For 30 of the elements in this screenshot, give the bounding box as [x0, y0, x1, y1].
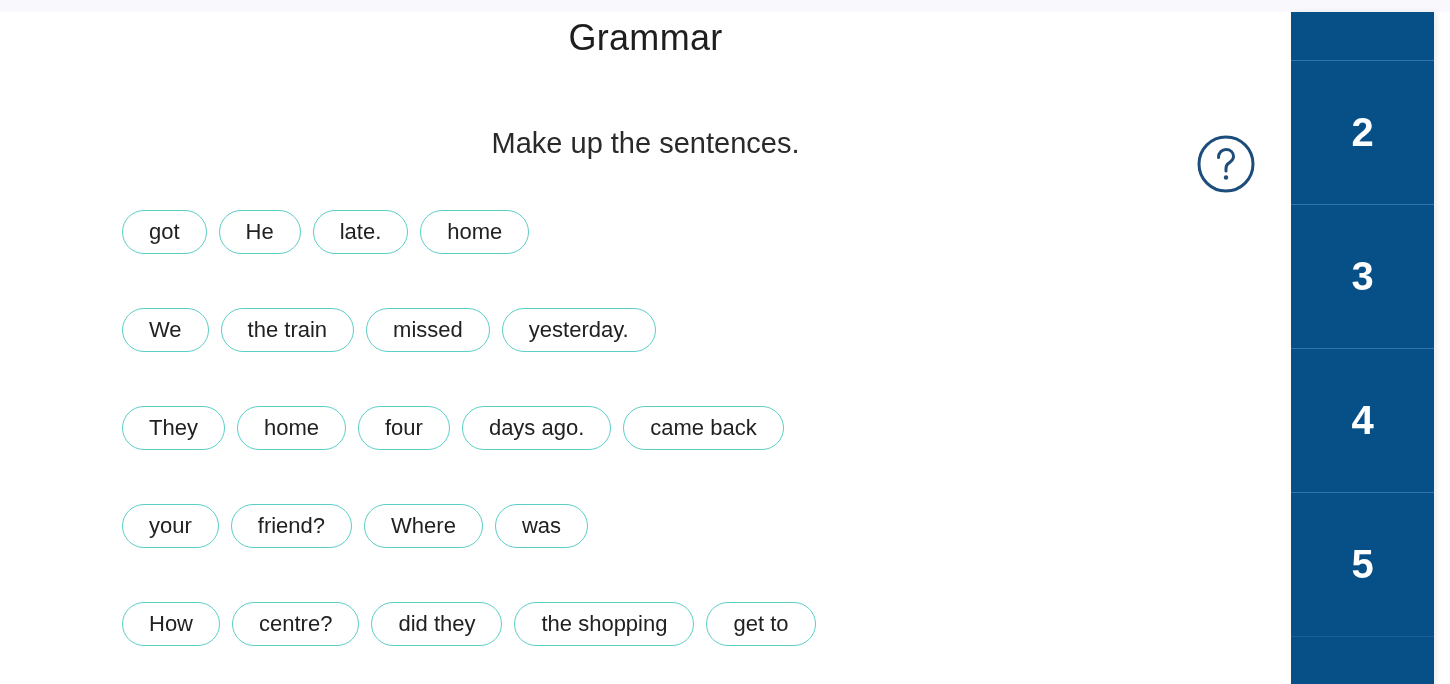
word-chip[interactable]: He	[218, 210, 301, 254]
word-chip[interactable]: yesterday.	[501, 308, 656, 352]
question-number-tab[interactable]: 4	[1291, 348, 1434, 492]
word-chip[interactable]: did they	[371, 602, 503, 646]
question-number-tab[interactable]: 5	[1291, 492, 1434, 636]
word-chip[interactable]: late.	[312, 210, 409, 254]
word-chip[interactable]: your	[122, 504, 219, 548]
word-chip[interactable]: How	[122, 602, 220, 646]
question-number-tab[interactable]: 2	[1291, 60, 1434, 204]
help-button[interactable]	[1197, 135, 1255, 193]
page-title: Grammar	[568, 16, 723, 60]
help-icon	[1197, 135, 1255, 193]
word-chip[interactable]: the shopping	[514, 602, 695, 646]
word-chip[interactable]: Where	[364, 504, 483, 548]
word-chip[interactable]: centre?	[232, 602, 360, 646]
word-chip[interactable]: four	[357, 406, 450, 450]
question-number-tab[interactable]: 3	[1291, 204, 1434, 348]
word-chip[interactable]: the train	[220, 308, 355, 352]
instruction-text: Make up the sentences.	[491, 126, 800, 161]
word-chip[interactable]: days ago.	[461, 406, 612, 450]
word-chip[interactable]: friend?	[230, 504, 353, 548]
word-chip[interactable]: was	[494, 504, 588, 548]
word-chip[interactable]: get to	[706, 602, 816, 646]
word-chip[interactable]: came back	[623, 406, 784, 450]
word-chip[interactable]: home	[236, 406, 346, 450]
word-chip[interactable]: missed	[366, 308, 490, 352]
word-chip[interactable]: got	[122, 210, 207, 254]
word-chip[interactable]: home	[420, 210, 530, 254]
word-chip[interactable]: We	[122, 308, 209, 352]
word-chip[interactable]: They	[122, 406, 225, 450]
